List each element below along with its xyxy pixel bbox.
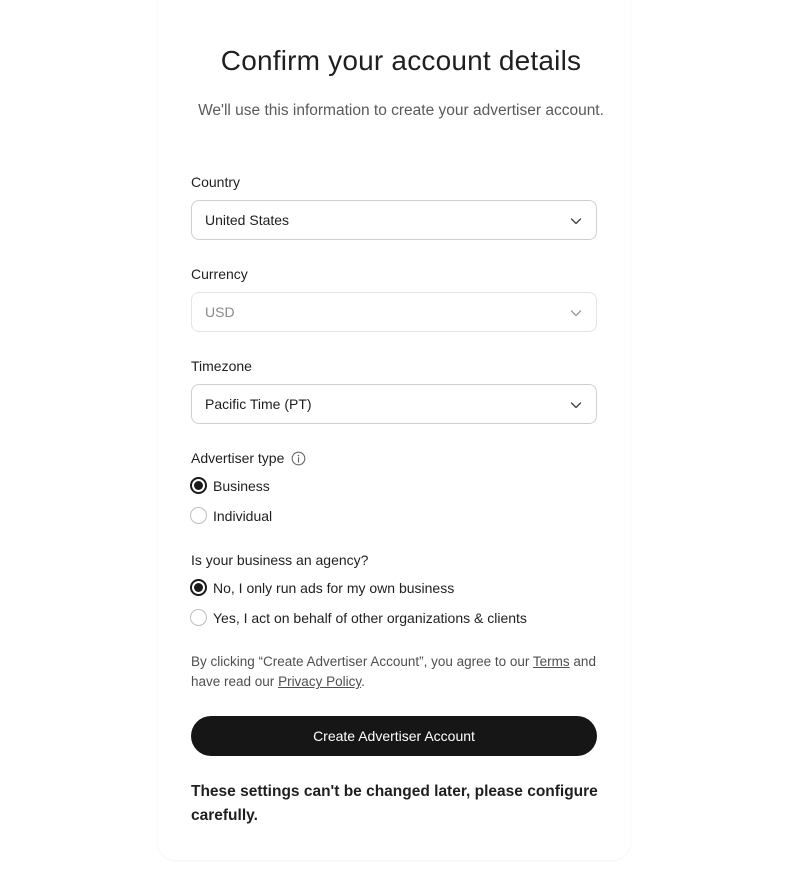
legal-suffix: . [361,674,365,689]
radio-agency-yes[interactable]: Yes, I act on behalf of other organizati… [190,609,527,626]
privacy-policy-link[interactable]: Privacy Policy [278,674,361,689]
country-value: United States [205,212,290,228]
currency-value: USD [205,304,235,320]
legal-prefix: By clicking “Create Advertiser Account”,… [191,654,533,669]
radio-button-checked[interactable] [190,579,207,596]
create-advertiser-account-button[interactable]: Create Advertiser Account [191,716,597,756]
settings-warning: These settings can't be changed later, p… [191,783,598,824]
radio-individual[interactable]: Individual [190,507,272,524]
radio-agency-yes-label: Yes, I act on behalf of other organizati… [213,609,527,626]
radio-business[interactable]: Business [190,477,270,494]
agency-label: Is your business an agency? [191,552,369,568]
radio-button-checked[interactable] [190,477,207,494]
chevron-down-icon [570,218,582,225]
advertiser-type-label: Advertiser type [191,450,285,466]
radio-agency-no[interactable]: No, I only run ads for my own business [190,579,454,596]
page-subtitle: We'll use this information to create you… [198,102,604,119]
timezone-value: Pacific Time (PT) [205,396,312,412]
timezone-label: Timezone [191,358,252,374]
legal-text: By clicking “Create Advertiser Account”,… [191,652,601,692]
country-select[interactable]: United States [191,200,597,240]
timezone-select[interactable]: Pacific Time (PT) [191,384,597,424]
chevron-down-icon [570,310,582,317]
currency-select: USD [191,292,597,332]
info-circle-icon[interactable] [291,451,306,466]
radio-business-label: Business [213,477,270,494]
chevron-down-icon [570,402,582,409]
terms-link[interactable]: Terms [533,654,570,669]
radio-agency-no-label: No, I only run ads for my own business [213,579,455,596]
radio-button-unchecked[interactable] [190,507,207,524]
country-label: Country [191,174,241,190]
page-title: Confirm your account details [220,45,582,76]
currency-label: Currency [191,266,248,282]
radio-button-unchecked[interactable] [190,609,207,626]
radio-individual-label: Individual [213,507,273,524]
